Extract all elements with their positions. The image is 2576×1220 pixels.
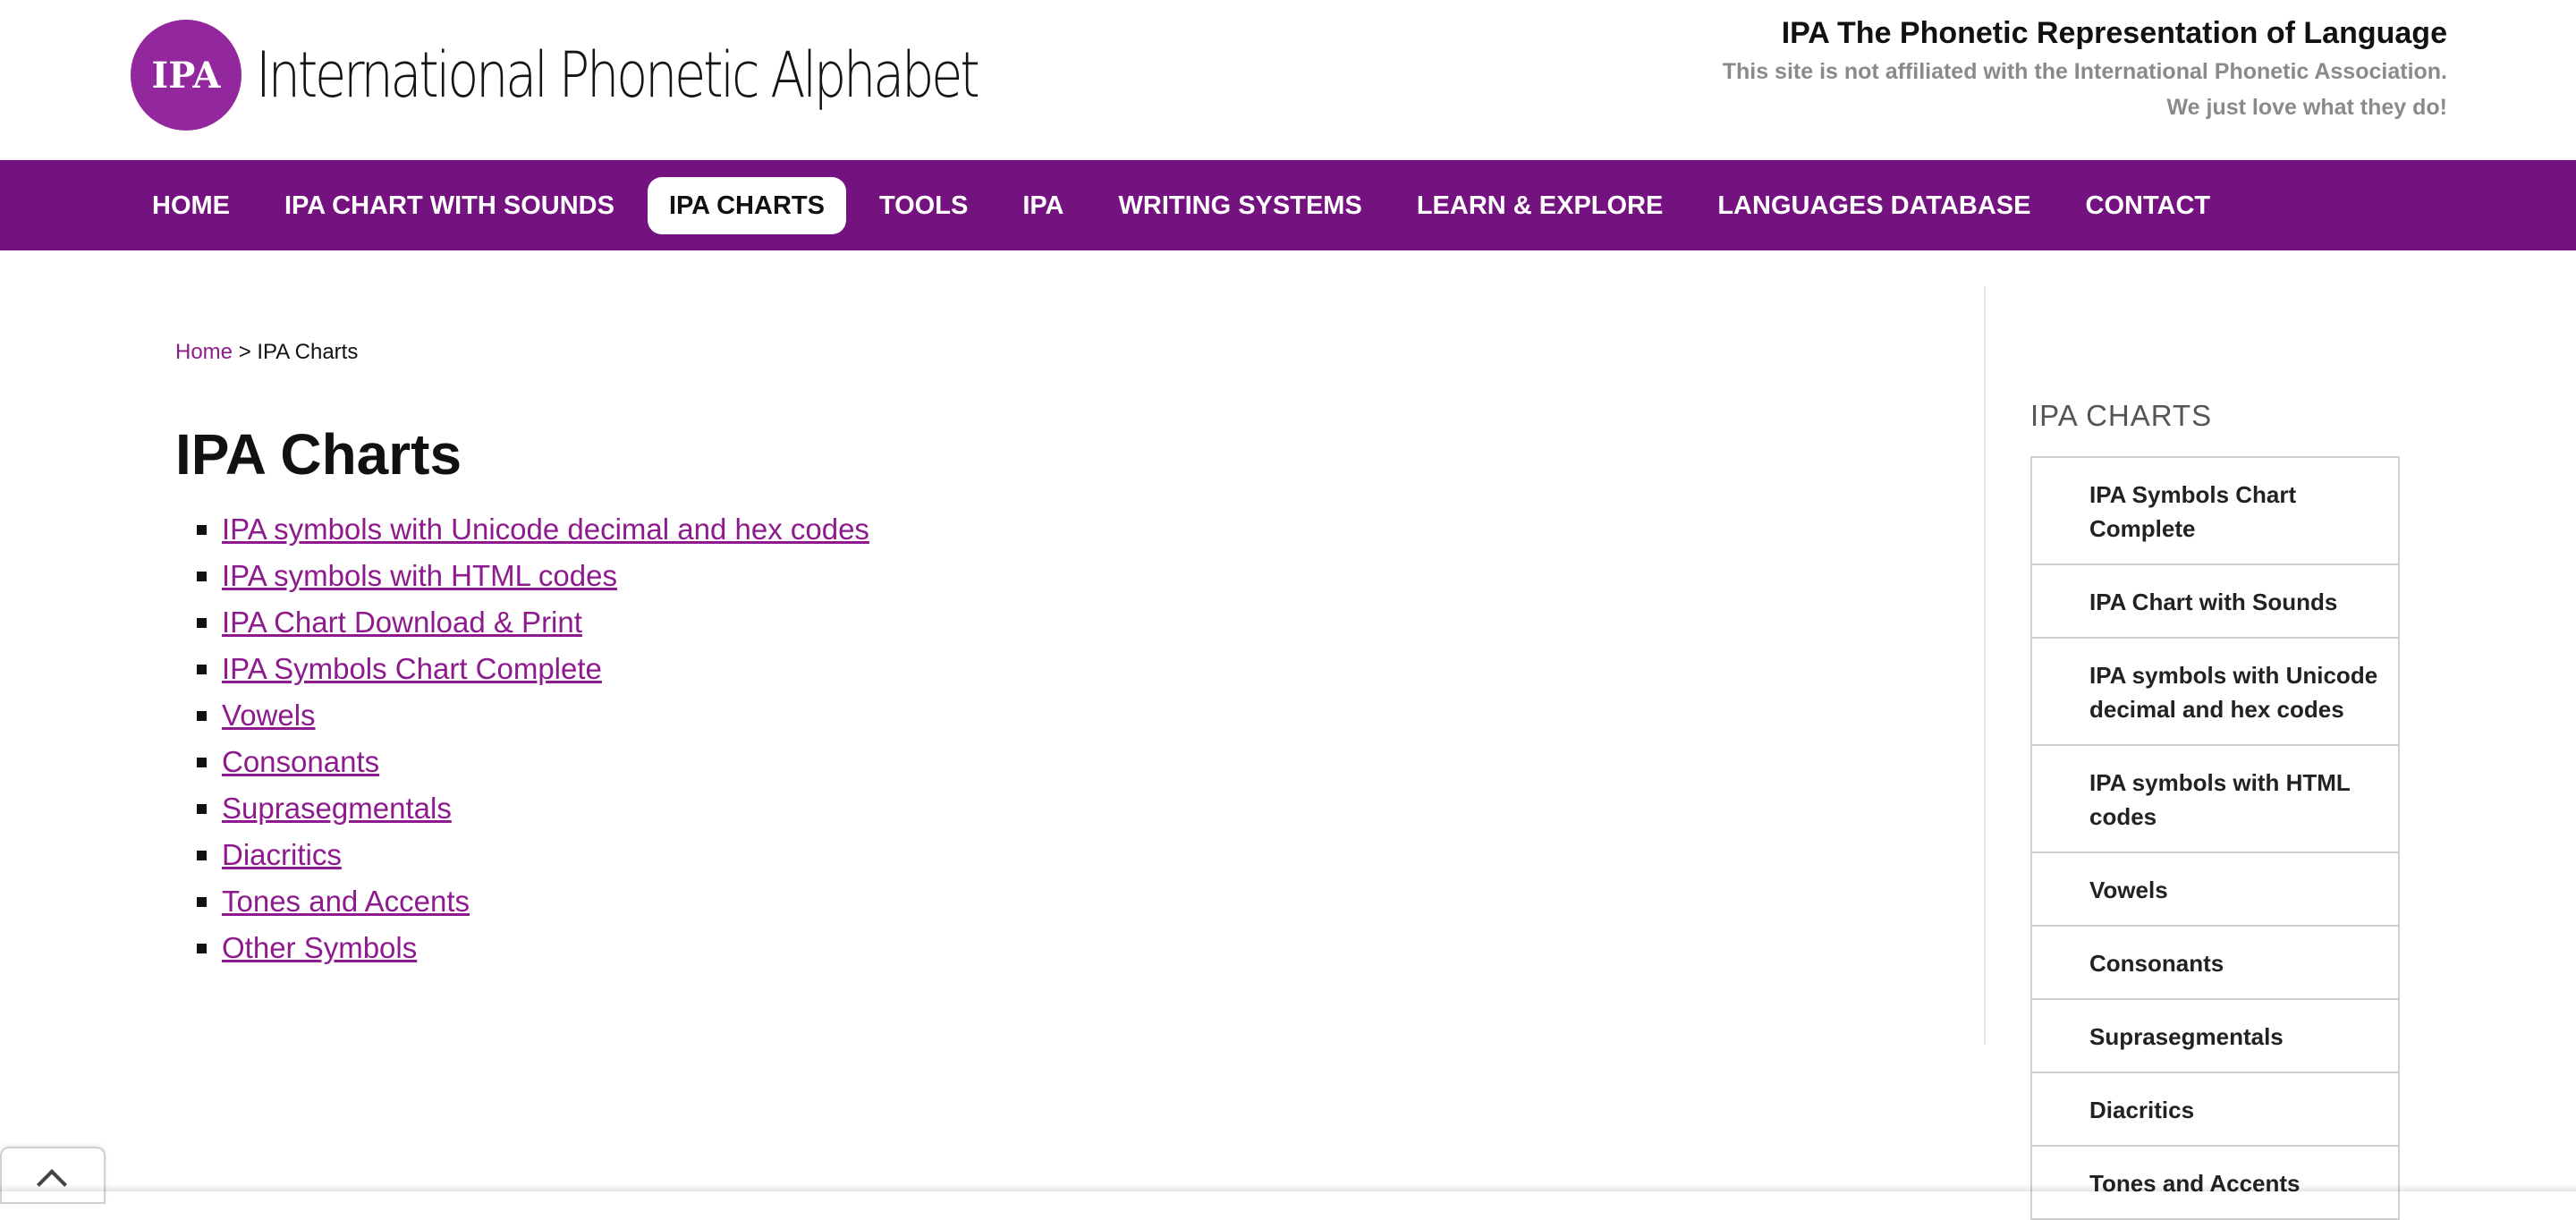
breadcrumb: Home > IPA Charts (175, 340, 1875, 365)
list-item: Other Symbols (175, 925, 1875, 971)
bullet-icon (197, 758, 207, 767)
nav-ipa-charts[interactable]: IPA CHARTS (647, 176, 846, 234)
list-item: IPA symbols with HTML codes (175, 553, 1875, 599)
nav-ipa[interactable]: IPA (1001, 177, 1085, 234)
site-tagline: IPA The Phonetic Representation of Langu… (1723, 13, 2447, 125)
breadcrumb-separator: > (238, 340, 251, 364)
list-item: Consonants (175, 739, 1875, 785)
bullet-icon (197, 572, 207, 581)
nav-home[interactable]: HOME (131, 177, 251, 234)
link-symbols-chart-complete[interactable]: IPA Symbols Chart Complete (222, 652, 602, 685)
bullet-icon (197, 665, 207, 674)
sidebar-item-symbols-chart-complete[interactable]: IPA Symbols Chart Complete (2032, 458, 2398, 565)
main-nav: HOME IPA CHART WITH SOUNDS IPA CHARTS TO… (0, 160, 2576, 250)
list-item: IPA symbols with Unicode decimal and hex… (175, 506, 1875, 553)
nav-languages-database[interactable]: LANGUAGES DATABASE (1696, 177, 2052, 234)
sidebar-item-unicode-codes[interactable]: IPA symbols with Unicode decimal and hex… (2032, 639, 2398, 746)
nav-learn-explore[interactable]: LEARN & EXPLORE (1395, 177, 1685, 234)
nav-ipa-chart-with-sounds[interactable]: IPA CHART WITH SOUNDS (263, 177, 636, 234)
bullet-icon (197, 944, 207, 953)
content-divider (1984, 286, 1986, 1045)
nav-tools[interactable]: TOOLS (858, 177, 989, 234)
page-title: IPA Charts (175, 422, 462, 487)
link-other-symbols[interactable]: Other Symbols (222, 931, 417, 964)
sidebar-item-consonants[interactable]: Consonants (2032, 927, 2398, 1000)
logo-badge: IPA (131, 20, 242, 131)
sidebar-title: IPA CHARTS (2030, 399, 2213, 432)
site-header: IPA International Phonetic Alphabet IPA … (0, 0, 2576, 160)
scroll-to-top-button[interactable] (0, 1147, 106, 1204)
link-chart-download-print[interactable]: IPA Chart Download & Print (222, 606, 582, 639)
sidebar: IPA CHARTS IPA Symbols Chart Complete IP… (2030, 399, 2400, 1220)
bullet-icon (197, 711, 207, 721)
bullet-icon (197, 804, 207, 814)
tagline-disclaimer: This site is not affiliated with the Int… (1722, 59, 2447, 84)
bullet-icon (197, 897, 207, 907)
list-item: Suprasegmentals (175, 785, 1875, 832)
bullet-icon (197, 851, 207, 860)
sidebar-item-html-codes[interactable]: IPA symbols with HTML codes (2032, 746, 2398, 853)
link-vowels[interactable]: Vowels (222, 699, 316, 732)
bottom-edge-shadow (0, 1184, 2576, 1191)
nav-contact[interactable]: CONTACT (2064, 177, 2233, 234)
breadcrumb-current: IPA Charts (257, 340, 359, 364)
breadcrumb-home-link[interactable]: Home (175, 340, 233, 364)
site-logo[interactable]: IPA International Phonetic Alphabet (131, 18, 1135, 132)
logo-wordmark: International Phonetic Alphabet (256, 38, 980, 112)
charts-link-list: IPA symbols with Unicode decimal and hex… (175, 506, 1875, 971)
sidebar-item-vowels[interactable]: Vowels (2032, 853, 2398, 927)
sidebar-item-tones-accents[interactable]: Tones and Accents (2032, 1147, 2398, 1220)
sidebar-menu: IPA Symbols Chart Complete IPA Chart wit… (2030, 456, 2400, 1220)
list-item: IPA Symbols Chart Complete (175, 646, 1875, 692)
bullet-icon (197, 525, 207, 535)
sidebar-item-suprasegmentals[interactable]: Suprasegmentals (2032, 1000, 2398, 1073)
link-consonants[interactable]: Consonants (222, 745, 379, 778)
list-item: Diacritics (175, 832, 1875, 878)
link-unicode-codes[interactable]: IPA symbols with Unicode decimal and hex… (222, 513, 869, 546)
tagline-note: We just love what they do! (2166, 95, 2447, 120)
bullet-icon (197, 618, 207, 628)
list-item: IPA Chart Download & Print (175, 599, 1875, 646)
list-item: Vowels (175, 692, 1875, 739)
tagline-title: IPA The Phonetic Representation of Langu… (1781, 16, 2447, 50)
list-item: Tones and Accents (175, 878, 1875, 925)
link-tones-accents[interactable]: Tones and Accents (222, 885, 470, 918)
link-diacritics[interactable]: Diacritics (222, 838, 342, 871)
sidebar-item-diacritics[interactable]: Diacritics (2032, 1073, 2398, 1147)
link-suprasegmentals[interactable]: Suprasegmentals (222, 792, 452, 825)
nav-writing-systems[interactable]: WRITING SYSTEMS (1097, 177, 1384, 234)
main-content: Home > IPA Charts IPA Charts IPA symbols… (175, 340, 1875, 971)
link-html-codes[interactable]: IPA symbols with HTML codes (222, 559, 617, 592)
sidebar-item-chart-with-sounds[interactable]: IPA Chart with Sounds (2032, 565, 2398, 639)
